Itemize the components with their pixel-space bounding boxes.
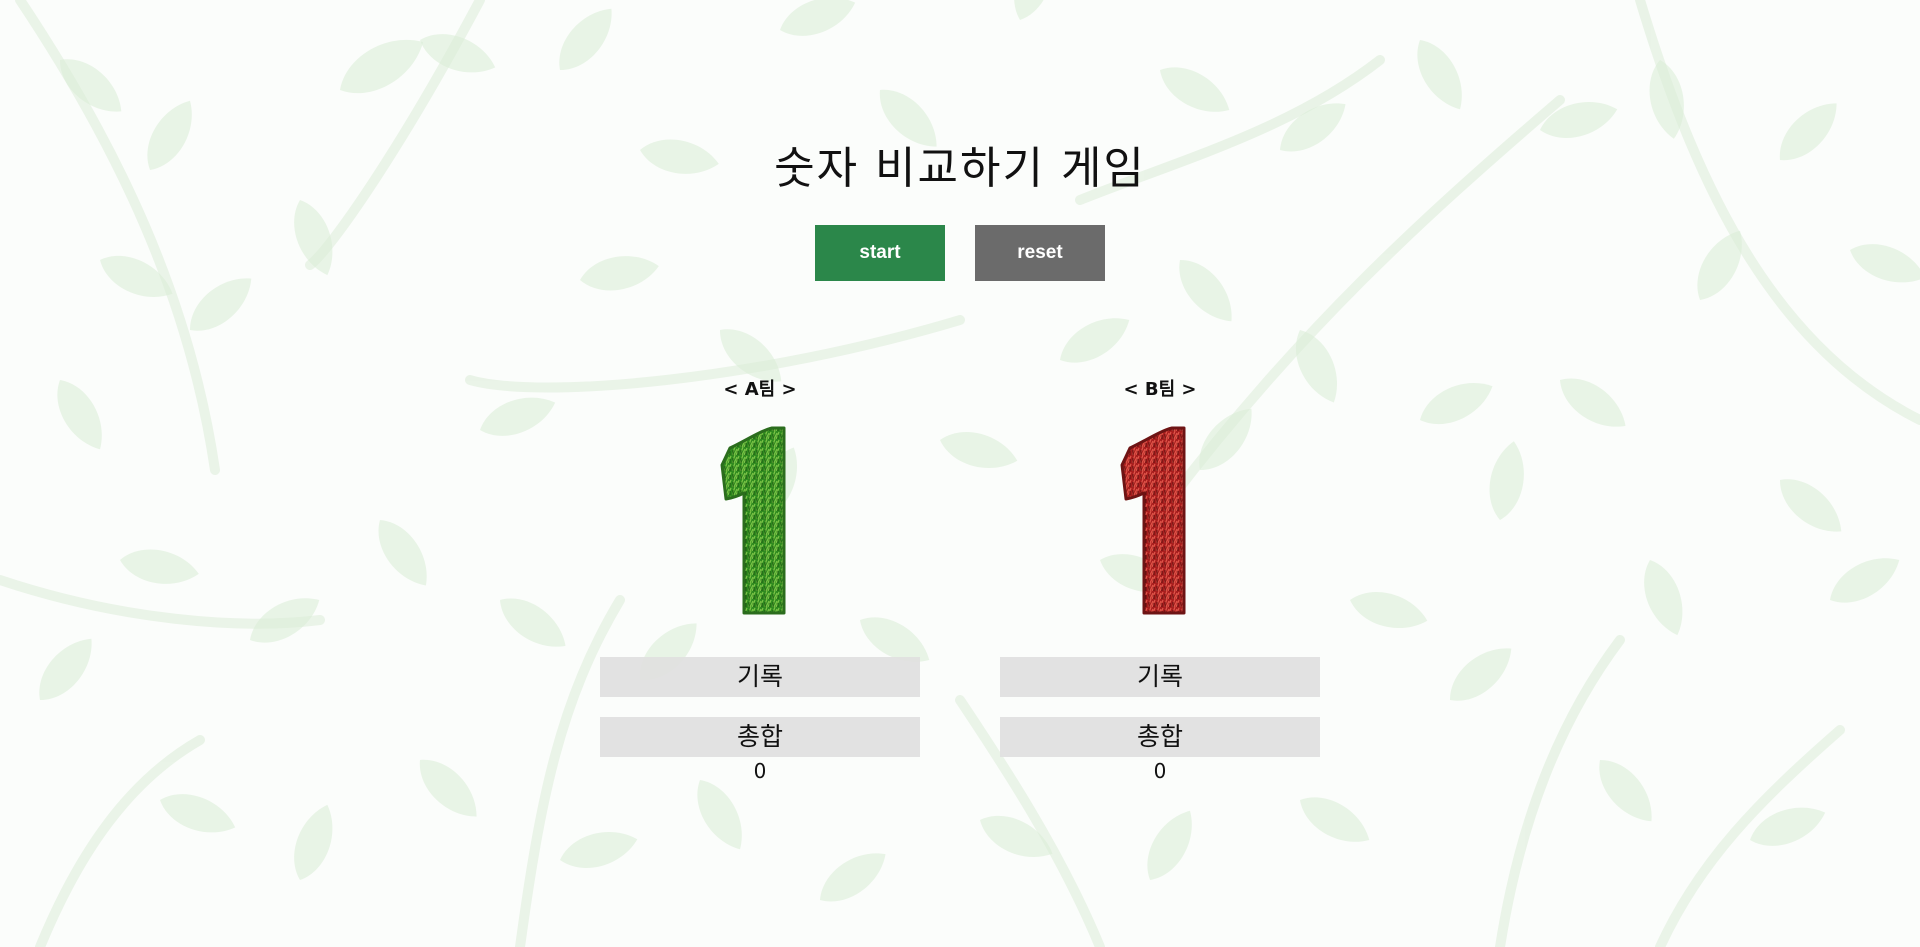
- team-b-label: < B팀 >: [1123, 379, 1197, 400]
- team-a-digit: 1: [600, 423, 920, 623]
- team-a-digit-image: 1: [720, 426, 786, 615]
- team-b-digit: 1: [1000, 423, 1320, 623]
- team-b-total-box: 총합: [1000, 717, 1320, 757]
- team-a-total-box: 총합: [600, 717, 920, 757]
- team-a-record-box: 기록: [600, 657, 920, 697]
- team-a-label: < A팀 >: [723, 379, 797, 400]
- team-b-total-value: 0: [1153, 759, 1167, 783]
- team-b-digit-image: 1: [1120, 426, 1186, 615]
- team-b-record-box: 기록: [1000, 657, 1320, 697]
- reset-button[interactable]: reset: [975, 225, 1105, 281]
- team-b-panel: < B팀 > 1 기록 총합 0: [1000, 375, 1320, 783]
- team-a-total-value: 0: [753, 759, 767, 783]
- start-button[interactable]: start: [815, 225, 945, 281]
- page-title: 숫자 비교하기 게임: [774, 143, 1146, 194]
- team-a-panel: < A팀 > 1 기록 총합 0: [600, 375, 920, 783]
